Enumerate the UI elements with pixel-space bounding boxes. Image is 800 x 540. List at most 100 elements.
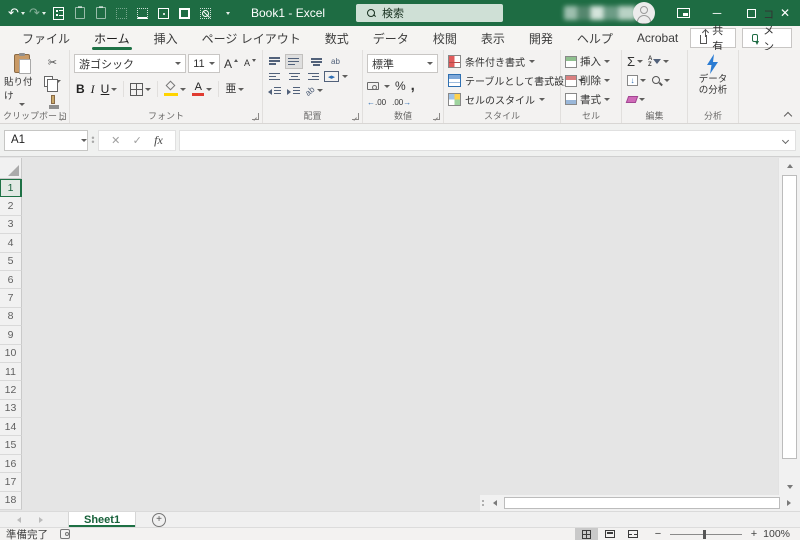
zoom-out-button[interactable]: − <box>652 528 664 540</box>
borders-button[interactable] <box>128 80 153 98</box>
wrap-text-button[interactable]: ab <box>331 57 340 66</box>
phonetic-guide-button[interactable]: 亜 <box>223 80 246 98</box>
conditional-formatting-button[interactable]: 条件付き書式 <box>448 53 556 71</box>
fill-button[interactable]: ↓ <box>626 72 647 89</box>
sheet-nav-left-icon[interactable] <box>8 516 30 523</box>
ribbon-tab-2[interactable]: 挿入 <box>142 26 190 50</box>
sheet-nav-right-icon[interactable] <box>30 516 52 523</box>
number-format-combo[interactable]: 標準 <box>367 54 438 73</box>
format-as-table-button[interactable]: テーブルとして書式設定 <box>448 72 585 90</box>
percent-style-button[interactable]: % <box>395 79 406 93</box>
row-header-14[interactable]: 14 <box>0 418 22 437</box>
row-header-8[interactable]: 8 <box>0 307 22 327</box>
horizontal-scrollbar[interactable] <box>480 495 800 511</box>
row-header-6[interactable]: 6 <box>0 270 22 290</box>
name-box[interactable]: A1 <box>4 129 88 151</box>
format-painter-button[interactable] <box>42 91 63 109</box>
increase-indent-button[interactable] <box>286 85 302 96</box>
row-header-12[interactable]: 12 <box>0 381 22 400</box>
expand-formula-bar-icon[interactable] <box>782 138 789 143</box>
scroll-down-icon[interactable] <box>779 479 800 495</box>
autosum-button[interactable]: Σ <box>626 53 644 70</box>
share-button[interactable]: 共有 <box>690 25 737 53</box>
dotted-bottom-border-icon[interactable] <box>111 2 132 24</box>
ribbon-tab-10[interactable]: Acrobat <box>625 26 690 50</box>
row-header-3[interactable]: 3 <box>0 215 22 235</box>
ribbon-tab-1[interactable]: ホーム <box>82 26 142 50</box>
row-header-7[interactable]: 7 <box>0 289 22 308</box>
shrink-font-button[interactable]: A <box>242 55 258 73</box>
underline-button[interactable]: U <box>99 80 120 98</box>
row-header-10[interactable]: 10 <box>0 344 22 363</box>
maximize-button[interactable] <box>736 0 766 26</box>
ribbon-tab-9[interactable]: ヘルプ <box>565 26 625 50</box>
cancel-icon[interactable]: ✕ <box>111 134 120 147</box>
increase-decimal-button[interactable]: ←.00 <box>367 98 386 107</box>
row-header-5[interactable]: 5 <box>0 252 22 271</box>
scroll-left-icon[interactable] <box>488 496 502 510</box>
font-size-combo[interactable]: 11 <box>188 54 220 73</box>
align-center-button[interactable] <box>286 70 302 83</box>
scroll-right-icon[interactable] <box>782 496 796 510</box>
formula-input[interactable] <box>179 129 796 151</box>
sort-filter-button[interactable]: AZ <box>647 53 670 70</box>
paste-button[interactable]: 貼り付け <box>4 53 40 108</box>
bold-button[interactable]: B <box>74 80 87 98</box>
align-middle-button[interactable] <box>285 54 303 69</box>
row-header-9[interactable]: 9 <box>0 326 22 345</box>
format-cells-button[interactable]: 書式 <box>565 90 617 108</box>
no-border-icon[interactable] <box>195 2 216 24</box>
align-right-button[interactable] <box>305 70 321 83</box>
font-family-combo[interactable]: 游ゴシック <box>74 54 187 73</box>
collapse-ribbon-icon[interactable] <box>784 111 792 119</box>
find-select-button[interactable] <box>650 72 671 89</box>
cut-button[interactable]: ✂ <box>42 55 63 72</box>
row-header-4[interactable]: 4 <box>0 234 22 253</box>
vertical-scrollbar[interactable] <box>778 158 800 495</box>
bottom-border-icon[interactable] <box>132 2 153 24</box>
select-all-button[interactable] <box>0 158 22 179</box>
merge-center-button[interactable]: ◂▸ <box>324 71 339 82</box>
align-top-button[interactable] <box>267 55 283 68</box>
data-analysis-button[interactable]: データ の分析 <box>699 54 727 96</box>
page-layout-view-button[interactable] <box>598 528 621 540</box>
row-header-11[interactable]: 11 <box>0 362 22 382</box>
new-sheet-button[interactable]: + <box>152 512 167 527</box>
accessibility-icon[interactable] <box>60 529 70 539</box>
worksheet-area[interactable]: 1 2 3 4 5 6 7 8 9 10 11 12 13 14 15 16 17 18 <box>0 158 778 511</box>
ribbon-tab-8[interactable]: 開発 <box>517 26 565 50</box>
comment-button[interactable]: コメント <box>742 9 792 69</box>
cell-styles-button[interactable]: セルのスタイル <box>448 90 556 108</box>
zoom-level[interactable]: 100% <box>760 528 800 540</box>
ribbon-tab-5[interactable]: データ <box>361 26 421 50</box>
qat-overflow-icon[interactable] <box>216 2 237 24</box>
ribbon-tab-0[interactable]: ファイル <box>10 26 82 50</box>
ribbon-tab-3[interactable]: ページ レイアウト <box>190 26 313 50</box>
normal-view-button[interactable] <box>575 528 598 540</box>
copy-button[interactable] <box>42 73 63 92</box>
grow-font-button[interactable]: A <box>222 55 240 73</box>
insert-function-icon[interactable]: fx <box>154 133 163 148</box>
align-left-button[interactable] <box>267 70 283 83</box>
decrease-indent-button[interactable] <box>267 85 283 96</box>
ribbon-tab-4[interactable]: 数式 <box>313 26 361 50</box>
paste-formulas-icon[interactable] <box>90 2 111 24</box>
enter-icon[interactable]: ✓ <box>133 134 142 147</box>
clipboard-dialog-launcher[interactable] <box>59 113 66 120</box>
picture-in-picture-icon[interactable] <box>668 0 698 26</box>
zoom-slider[interactable] <box>670 529 742 539</box>
zoom-in-button[interactable]: + <box>748 528 760 540</box>
decrease-decimal-button[interactable]: .00→ <box>392 98 411 107</box>
insert-cells-button[interactable]: 挿入 <box>565 53 617 71</box>
formula-bar-splitter[interactable]: • • <box>88 134 98 147</box>
alignment-dialog-launcher[interactable] <box>352 113 359 120</box>
tab-split-handle[interactable] <box>482 500 484 506</box>
align-bottom-button[interactable] <box>305 55 328 68</box>
form-properties-icon[interactable] <box>48 2 69 24</box>
row-header-15[interactable]: 15 <box>0 436 22 455</box>
page-break-view-button[interactable] <box>621 528 644 540</box>
row-header-1[interactable]: 1 <box>0 179 22 198</box>
row-header-18[interactable]: 18 <box>0 491 22 511</box>
ribbon-tab-7[interactable]: 表示 <box>469 26 517 50</box>
row-header-2[interactable]: 2 <box>0 197 22 216</box>
